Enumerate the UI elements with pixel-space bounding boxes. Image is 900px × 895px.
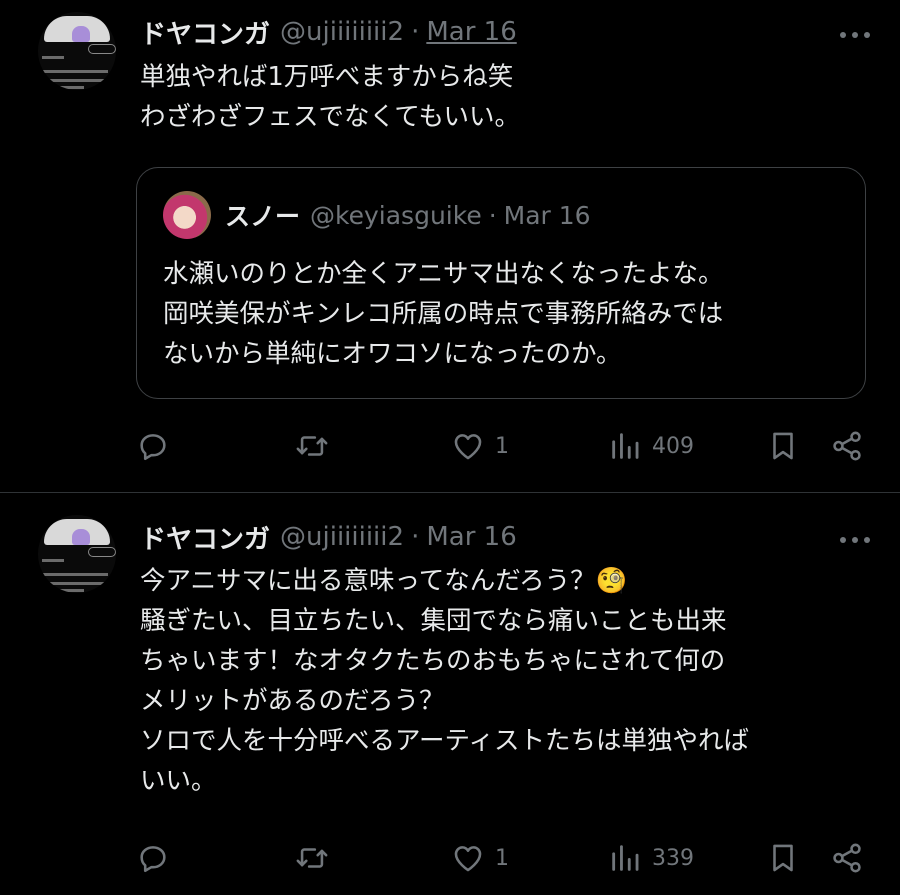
tweet-header: ドヤコンガ @ujiiiiiiii2 · Mar 16	[140, 14, 517, 50]
avatar[interactable]	[38, 515, 116, 593]
like-count: 1	[495, 845, 509, 871]
author-handle[interactable]: @ujiiiiiiii2	[280, 522, 404, 552]
quote-header: スノー @keyiasguike · Mar 16	[225, 198, 591, 232]
views-count: 339	[652, 845, 694, 871]
retweet-icon	[296, 436, 328, 456]
author-name[interactable]: ドヤコンガ	[140, 519, 270, 556]
tweet-date[interactable]: Mar 16	[426, 522, 516, 552]
reply-icon	[140, 846, 166, 873]
tweet-header: ドヤコンガ @ujiiiiiiii2 · Mar 16	[140, 519, 517, 555]
tweet-actions: 1 409	[0, 426, 900, 466]
tweet[interactable]: ドヤコンガ @ujiiiiiiii2 · Mar 16 今アニサマに出る意味って…	[0, 493, 900, 895]
heart-icon	[454, 846, 482, 872]
author-name[interactable]: ドヤコンガ	[140, 14, 270, 51]
heart-icon	[454, 434, 482, 460]
like-count: 1	[495, 433, 509, 459]
retweet-button[interactable]	[295, 838, 339, 878]
quoted-tweet[interactable]: スノー @keyiasguike · Mar 16 水瀬いのりとか全くアニサマ出…	[136, 167, 866, 399]
quote-text: 水瀬いのりとか全くアニサマ出なくなったよな。 岡咲美保がキンレコ所属の時点で事務…	[163, 259, 724, 369]
share-icon	[833, 431, 861, 461]
more-icon[interactable]	[830, 30, 870, 40]
views-icon	[612, 433, 639, 459]
quote-date: Mar 16	[503, 200, 591, 230]
share-button[interactable]	[830, 838, 864, 878]
share-button[interactable]	[830, 426, 864, 466]
quote-author-name: スノー	[225, 202, 301, 231]
like-button[interactable]: 1	[451, 426, 509, 466]
reply-button[interactable]	[136, 838, 180, 878]
views-count: 409	[652, 433, 694, 459]
views-button[interactable]: 339	[608, 838, 694, 878]
avatar[interactable]	[38, 12, 116, 90]
tweet-date[interactable]: Mar 16	[426, 17, 516, 47]
separator-dot: ·	[411, 17, 420, 47]
bookmark-icon	[773, 844, 793, 872]
share-icon	[833, 843, 861, 873]
like-button[interactable]: 1	[451, 838, 509, 878]
bookmark-icon	[773, 432, 793, 460]
separator-dot: ·	[488, 200, 497, 230]
tweet-text: 今アニサマに出る意味ってなんだろう？🧐 騒ぎたい、目立ちたい、集団でなら痛いこと…	[140, 566, 749, 796]
tweet-text: 単独やれば1万呼べますからね笑 わざわざフェスでなくてもいい。	[140, 62, 520, 132]
views-button[interactable]: 409	[608, 426, 694, 466]
retweet-icon	[296, 848, 328, 868]
tweet-actions: 1 339	[0, 838, 900, 878]
retweet-button[interactable]	[295, 426, 339, 466]
separator-dot: ·	[411, 522, 420, 552]
reply-button[interactable]	[136, 426, 180, 466]
tweet[interactable]: ドヤコンガ @ujiiiiiiii2 · Mar 16 単独やれば1万呼べますか…	[0, 0, 900, 493]
author-handle[interactable]: @ujiiiiiiii2	[280, 17, 404, 47]
more-icon[interactable]	[830, 535, 870, 545]
reply-icon	[140, 434, 166, 461]
bookmark-button[interactable]	[766, 426, 800, 466]
quote-author-handle: @keyiasguike	[310, 200, 482, 230]
views-icon	[612, 845, 639, 871]
bookmark-button[interactable]	[766, 838, 800, 878]
quote-avatar[interactable]	[163, 191, 211, 239]
